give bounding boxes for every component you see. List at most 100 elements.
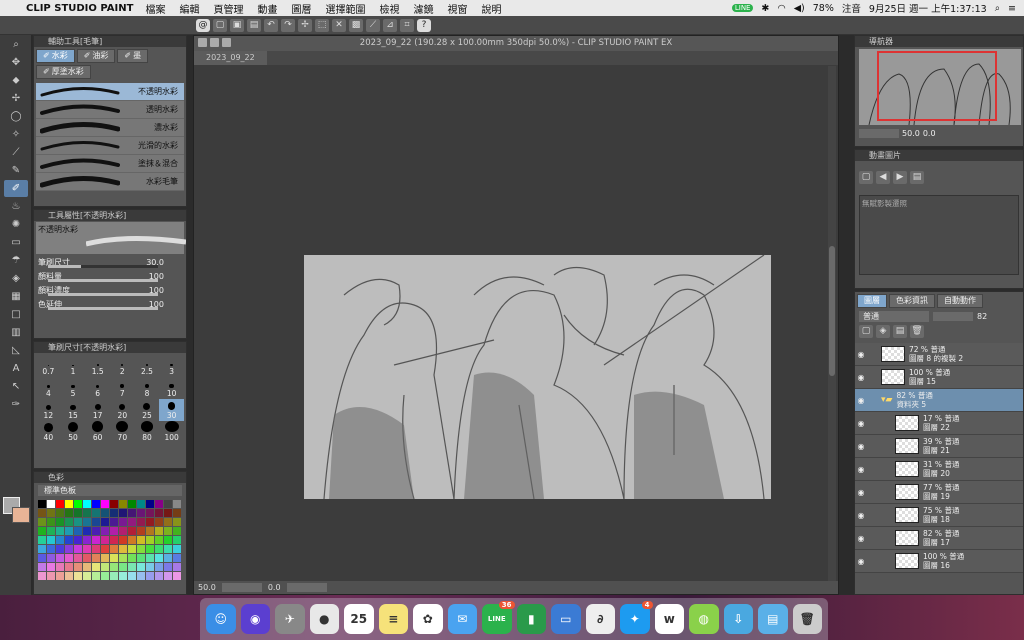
balloon-icon[interactable]: ↖ bbox=[4, 378, 28, 395]
brush-size-option[interactable]: 17 bbox=[85, 399, 110, 421]
color-swatch[interactable] bbox=[110, 509, 118, 517]
app-name[interactable]: CLIP STUDIO PAINT bbox=[26, 3, 133, 14]
color-swatch[interactable] bbox=[146, 527, 154, 535]
new-folder-icon[interactable]: ▤ bbox=[893, 325, 907, 338]
color-swatch[interactable] bbox=[65, 545, 73, 553]
menu-item[interactable]: 編輯 bbox=[179, 1, 199, 16]
eye-icon[interactable]: ◉ bbox=[855, 488, 867, 497]
new-file-icon[interactable]: ▢ bbox=[213, 18, 227, 32]
subtool-tab[interactable]: ✐ 油彩 bbox=[76, 49, 116, 63]
color-swatch[interactable] bbox=[38, 563, 46, 571]
color-swatch[interactable] bbox=[128, 572, 136, 580]
zoom-level[interactable]: 50.0 bbox=[198, 583, 216, 592]
eye-icon[interactable]: ◉ bbox=[855, 419, 867, 428]
color-swatch[interactable] bbox=[110, 545, 118, 553]
navigator-view-frame[interactable] bbox=[877, 51, 997, 121]
maximize-window-button[interactable] bbox=[222, 38, 231, 47]
brush-size-option[interactable]: 8 bbox=[135, 377, 160, 399]
volume-icon[interactable]: ◀) bbox=[794, 3, 805, 14]
menu-item[interactable]: 動畫 bbox=[257, 1, 277, 16]
menu-item[interactable]: 視窗 bbox=[447, 1, 467, 16]
navigator-zoom[interactable]: 50.0 bbox=[902, 129, 920, 138]
color-swatch[interactable] bbox=[155, 518, 163, 526]
color-swatch[interactable] bbox=[128, 545, 136, 553]
line-status-icon[interactable]: LINE bbox=[731, 4, 754, 12]
cel-next-icon[interactable]: ▶ bbox=[893, 170, 907, 184]
color-swatch[interactable] bbox=[137, 545, 145, 553]
help-icon[interactable]: ? bbox=[417, 18, 431, 32]
color-swatch[interactable] bbox=[65, 563, 73, 571]
chrome-icon[interactable]: ● bbox=[309, 604, 339, 634]
color-swatch[interactable] bbox=[110, 500, 118, 508]
layer-row[interactable]: ◉ ▾▰ 82 % 普通 資料夾 5 bbox=[855, 389, 1023, 412]
property-row[interactable]: 筆刷尺寸 30.0 bbox=[34, 255, 186, 269]
color-swatch[interactable] bbox=[155, 509, 163, 517]
navigator-thumbnail[interactable] bbox=[859, 49, 1021, 125]
color-swatch[interactable] bbox=[74, 500, 82, 508]
color-swatch[interactable] bbox=[92, 518, 100, 526]
color-swatch[interactable] bbox=[155, 563, 163, 571]
eye-icon[interactable]: ◉ bbox=[855, 442, 867, 451]
color-swatch[interactable] bbox=[164, 572, 172, 580]
navigator-angle[interactable]: 0.0 bbox=[923, 129, 936, 138]
fill-bucket-icon[interactable]: ◈ bbox=[4, 270, 28, 287]
color-swatch[interactable] bbox=[38, 545, 46, 553]
color-swatch[interactable] bbox=[137, 527, 145, 535]
minimize-window-button[interactable] bbox=[210, 38, 219, 47]
color-swatch[interactable] bbox=[173, 545, 181, 553]
color-swatch[interactable] bbox=[83, 536, 91, 544]
color-swatch[interactable] bbox=[92, 536, 100, 544]
layer-row[interactable]: ◉ 77 % 普通 圖層 19 bbox=[855, 481, 1023, 504]
move-layer-icon[interactable]: ✢ bbox=[4, 90, 28, 107]
color-swatch[interactable] bbox=[128, 563, 136, 571]
color-swatch[interactable] bbox=[47, 572, 55, 580]
eraser-icon[interactable]: ▭ bbox=[4, 234, 28, 251]
layer-panel-tab[interactable]: 色彩資訊 bbox=[889, 294, 935, 308]
color-swatch[interactable] bbox=[164, 527, 172, 535]
color-swatch[interactable] bbox=[65, 527, 73, 535]
color-swatch[interactable] bbox=[110, 518, 118, 526]
eye-icon[interactable]: ◉ bbox=[855, 511, 867, 520]
color-swatch[interactable] bbox=[47, 563, 55, 571]
bluetooth-icon[interactable]: ✱ bbox=[761, 3, 769, 14]
property-row[interactable]: 顏料量 100 bbox=[34, 269, 186, 283]
color-swatch[interactable] bbox=[56, 572, 64, 580]
correct-line-icon[interactable]: ✑ bbox=[4, 396, 28, 413]
zoom-slider[interactable] bbox=[221, 583, 262, 592]
color-swatch[interactable] bbox=[173, 563, 181, 571]
blend-icon[interactable]: ☂ bbox=[4, 252, 28, 269]
add-cel-icon[interactable]: ▢ bbox=[859, 170, 873, 184]
photos-icon[interactable]: ✿ bbox=[413, 604, 443, 634]
subtool-tab[interactable]: ✐ 厚塗水彩 bbox=[36, 65, 91, 79]
color-swatch[interactable] bbox=[65, 536, 73, 544]
color-swatch[interactable] bbox=[38, 500, 46, 508]
finder-icon[interactable]: ☺ bbox=[206, 604, 236, 634]
color-swatch[interactable] bbox=[83, 509, 91, 517]
brush-size-option[interactable]: 50 bbox=[61, 421, 86, 443]
brush-size-option[interactable]: 60 bbox=[85, 421, 110, 443]
zoom-icon[interactable]: ⌕ bbox=[4, 36, 28, 53]
gradient-icon[interactable]: ▦ bbox=[4, 288, 28, 305]
layer-row[interactable]: ◉ 72 % 普通 圖層 8 的複製 2 bbox=[855, 343, 1023, 366]
launchpad-icon[interactable]: ✈ bbox=[275, 604, 305, 634]
eye-icon[interactable]: ◉ bbox=[855, 534, 867, 543]
brush-item[interactable]: 不透明水彩 bbox=[36, 83, 184, 101]
subtool-tab[interactable]: ✐ 水彩 bbox=[36, 49, 75, 63]
color-swatch[interactable] bbox=[164, 509, 172, 517]
new-raster-layer-icon[interactable]: ▢ bbox=[859, 325, 873, 338]
color-swatch[interactable] bbox=[155, 527, 163, 535]
menu-item[interactable]: 頁管理 bbox=[213, 1, 243, 16]
color-swatch[interactable] bbox=[119, 509, 127, 517]
menu-item[interactable]: 說明 bbox=[481, 1, 501, 16]
color-swatch[interactable] bbox=[47, 527, 55, 535]
color-swatch[interactable] bbox=[83, 527, 91, 535]
siri-icon[interactable]: ◉ bbox=[240, 604, 270, 634]
color-swatch[interactable] bbox=[47, 500, 55, 508]
eyedropper-icon[interactable]: ⟋ bbox=[4, 144, 28, 161]
redo-icon[interactable]: ↷ bbox=[281, 18, 295, 32]
opacity-slider[interactable] bbox=[933, 312, 973, 321]
color-swatch[interactable] bbox=[38, 554, 46, 562]
color-swatch[interactable] bbox=[74, 554, 82, 562]
color-swatch[interactable] bbox=[146, 554, 154, 562]
ruler-icon[interactable]: ◺ bbox=[4, 342, 28, 359]
